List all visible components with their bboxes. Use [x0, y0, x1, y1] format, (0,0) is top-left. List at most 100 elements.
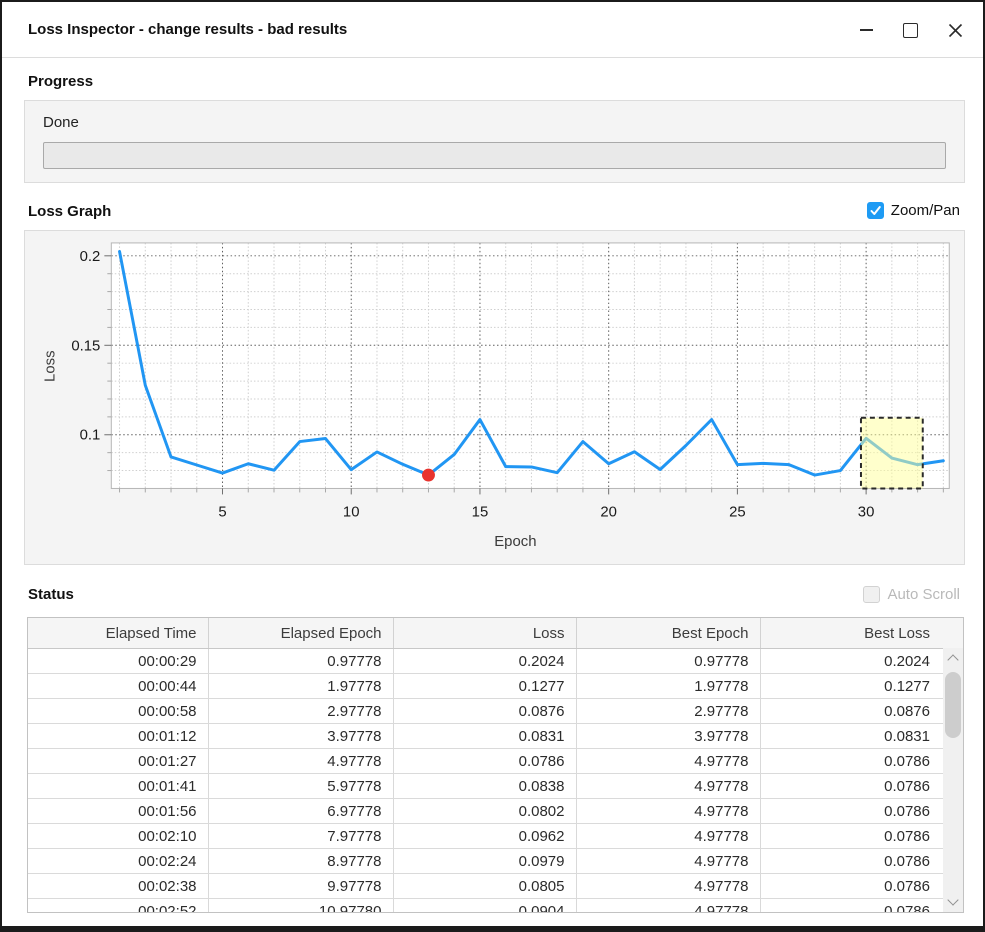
table-cell: 0.0786 [760, 874, 963, 899]
table-cell: 0.0904 [393, 899, 576, 914]
x-tick-label: 5 [218, 504, 226, 520]
table-cell: 00:00:44 [28, 674, 208, 699]
loss-graph-panel: 510152025300.10.150.2LossEpoch [24, 230, 965, 565]
table-cell: 00:01:12 [28, 724, 208, 749]
scroll-down-button[interactable] [943, 892, 963, 912]
table-cell: 0.0786 [760, 749, 963, 774]
loss-chart[interactable]: 510152025300.10.150.2LossEpoch [25, 231, 964, 564]
table-cell: 00:00:58 [28, 699, 208, 724]
table-cell: 1.97778 [208, 674, 393, 699]
table-cell: 0.0979 [393, 849, 576, 874]
auto-scroll-label: Auto Scroll [887, 586, 960, 603]
table-cell: 0.0786 [760, 799, 963, 824]
y-tick-label: 0.2 [80, 249, 101, 265]
x-tick-label: 15 [472, 504, 489, 520]
table-cell: 9.97778 [208, 874, 393, 899]
table-cell: 4.97778 [576, 824, 760, 849]
table-cell: 00:01:41 [28, 774, 208, 799]
table-cell: 0.1277 [760, 674, 963, 699]
table-body: 00:00:290.977780.20240.977780.202400:00:… [28, 649, 963, 914]
zoom-selection-region[interactable] [861, 418, 923, 489]
y-tick-label: 0.15 [71, 338, 100, 354]
table-cell: 0.0876 [393, 699, 576, 724]
table-row: 00:01:123.977780.08313.977780.0831 [28, 724, 963, 749]
zoom-pan-label: Zoom/Pan [891, 202, 960, 219]
table-cell: 5.97778 [208, 774, 393, 799]
table-cell: 4.97778 [576, 799, 760, 824]
table-cell: 0.0786 [393, 749, 576, 774]
table-cell: 0.0805 [393, 874, 576, 899]
table-cell: 4.97778 [576, 774, 760, 799]
loss-graph-heading: Loss Graph [28, 203, 111, 220]
table-cell: 0.0838 [393, 774, 576, 799]
maximize-button[interactable] [894, 14, 926, 46]
table-cell: 0.97778 [576, 649, 760, 674]
table-row: 00:00:290.977780.20240.977780.2024 [28, 649, 963, 674]
column-header: Best Epoch [576, 618, 760, 649]
chevron-up-icon [947, 654, 958, 665]
table-cell: 0.0831 [760, 724, 963, 749]
x-tick-label: 30 [858, 504, 875, 520]
table-cell: 4.97778 [576, 899, 760, 914]
scrollbar-thumb[interactable] [945, 672, 961, 738]
table-cell: 4.97778 [576, 874, 760, 899]
progress-bar [43, 142, 946, 169]
table-cell: 2.97778 [208, 699, 393, 724]
titlebar: Loss Inspector - change results - bad re… [2, 2, 983, 58]
column-header: Elapsed Epoch [208, 618, 393, 649]
table-cell: 8.97778 [208, 849, 393, 874]
table-cell: 10.97780 [208, 899, 393, 914]
table-cell: 1.97778 [576, 674, 760, 699]
column-header: Elapsed Time [28, 618, 208, 649]
table-cell: 00:00:29 [28, 649, 208, 674]
checkmark-icon [869, 204, 882, 217]
vertical-scrollbar[interactable] [943, 648, 963, 912]
table-row: 00:01:566.977780.08024.977780.0786 [28, 799, 963, 824]
table-cell: 4.97778 [576, 749, 760, 774]
chevron-down-icon [947, 894, 958, 905]
column-header: Loss [393, 618, 576, 649]
minimize-button[interactable] [850, 14, 882, 46]
table-cell: 00:02:10 [28, 824, 208, 849]
progress-panel: Done [24, 100, 965, 183]
table-cell: 0.0786 [760, 899, 963, 914]
table-row: 00:02:107.977780.09624.977780.0786 [28, 824, 963, 849]
x-tick-label: 10 [343, 504, 360, 520]
table-cell: 0.0962 [393, 824, 576, 849]
table-row: 00:02:248.977780.09794.977780.0786 [28, 849, 963, 874]
table-cell: 6.97778 [208, 799, 393, 824]
close-icon [948, 23, 963, 38]
table-cell: 00:02:38 [28, 874, 208, 899]
table-cell: 4.97778 [576, 849, 760, 874]
zoom-pan-checkbox[interactable] [867, 202, 884, 219]
table-cell: 0.97778 [208, 649, 393, 674]
progress-label: Done [43, 114, 79, 131]
table-cell: 0.0786 [760, 824, 963, 849]
minimize-icon [860, 29, 873, 31]
table-cell: 0.0786 [760, 774, 963, 799]
table-cell: 0.0802 [393, 799, 576, 824]
close-button[interactable] [939, 14, 971, 46]
table-cell: 3.97778 [208, 724, 393, 749]
table-cell: 0.0786 [760, 849, 963, 874]
scroll-up-button[interactable] [943, 648, 963, 668]
progress-heading: Progress [28, 73, 93, 90]
table-cell: 00:01:56 [28, 799, 208, 824]
table-cell: 2.97778 [576, 699, 760, 724]
x-tick-label: 25 [729, 504, 746, 520]
table-cell: 0.2024 [760, 649, 963, 674]
status-heading: Status [28, 586, 74, 603]
y-tick-label: 0.1 [80, 428, 101, 444]
table-cell: 0.2024 [393, 649, 576, 674]
table-cell: 00:01:27 [28, 749, 208, 774]
app-window: Loss Inspector - change results - bad re… [0, 0, 985, 932]
window-title: Loss Inspector - change results - bad re… [28, 2, 347, 57]
auto-scroll-checkbox [863, 586, 880, 603]
table-row: 00:00:441.977780.12771.977780.1277 [28, 674, 963, 699]
column-header: Best Loss [760, 618, 963, 649]
table-cell: 7.97778 [208, 824, 393, 849]
table-row: 00:02:5210.977800.09044.977780.0786 [28, 899, 963, 914]
table-cell: 00:02:24 [28, 849, 208, 874]
x-tick-label: 20 [600, 504, 617, 520]
table-cell: 4.97778 [208, 749, 393, 774]
